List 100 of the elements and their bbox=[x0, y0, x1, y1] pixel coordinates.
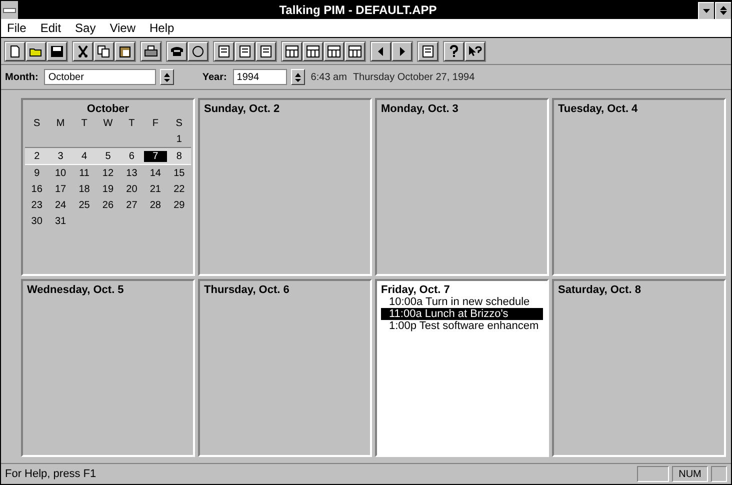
day-number[interactable]: 16 bbox=[25, 184, 49, 194]
day-panel[interactable]: Monday, Oct. 3 bbox=[375, 98, 549, 276]
day-number[interactable]: 9 bbox=[25, 168, 49, 178]
date-text: Thursday October 27, 1994 bbox=[352, 72, 475, 82]
day-number[interactable]: 13 bbox=[120, 168, 144, 178]
day-number[interactable]: 2 bbox=[25, 150, 49, 162]
appointment-entry[interactable]: 1:00p Test software enhancem bbox=[381, 320, 543, 332]
toolbar-button[interactable] bbox=[444, 42, 464, 60]
menu-item[interactable]: View bbox=[108, 21, 137, 35]
day-panel[interactable]: Wednesday, Oct. 5 bbox=[21, 279, 195, 457]
day-number[interactable]: 22 bbox=[167, 184, 191, 194]
toolbar-button[interactable] bbox=[47, 42, 67, 60]
menu-item[interactable]: File bbox=[6, 21, 28, 35]
down-triangle-icon bbox=[703, 8, 710, 12]
copy-icon bbox=[97, 44, 111, 58]
day-number[interactable]: 28 bbox=[144, 200, 168, 210]
day-number[interactable]: 10 bbox=[48, 168, 72, 178]
day-number[interactable]: 7 bbox=[144, 150, 168, 162]
toolbar-button[interactable] bbox=[94, 42, 114, 60]
day-number[interactable]: 26 bbox=[96, 200, 120, 210]
toolbar-button[interactable] bbox=[235, 42, 255, 60]
weekday-label: S bbox=[174, 118, 184, 128]
day-number[interactable]: 3 bbox=[48, 150, 72, 162]
pointer-icon bbox=[468, 44, 482, 58]
day-number[interactable]: 12 bbox=[96, 168, 120, 178]
time-text: 6:43 am bbox=[310, 72, 347, 82]
phone-icon bbox=[170, 44, 184, 58]
toolbar-button[interactable] bbox=[282, 42, 302, 60]
day-number[interactable]: 21 bbox=[144, 184, 168, 194]
weekday-label: T bbox=[128, 118, 136, 128]
day-number[interactable]: 23 bbox=[25, 200, 49, 210]
toolbar-button[interactable] bbox=[141, 42, 161, 60]
day-number[interactable]: 14 bbox=[144, 168, 168, 178]
day-number[interactable]: 1 bbox=[167, 134, 191, 144]
day-number[interactable]: 19 bbox=[96, 184, 120, 194]
up-down-triangle-icon bbox=[294, 72, 301, 82]
selected-week-row[interactable]: 2 3 4 5 6 7 8 bbox=[25, 147, 191, 165]
day-panel[interactable]: Saturday, Oct. 8 bbox=[552, 279, 726, 457]
appointment-entry[interactable]: 10:00a Turn in new schedule bbox=[381, 296, 543, 308]
window-title: Talking PIM - DEFAULT.APP bbox=[278, 3, 438, 17]
toolbar-button[interactable] bbox=[26, 42, 46, 60]
day-number[interactable]: 25 bbox=[72, 200, 96, 210]
toolbar-button[interactable] bbox=[73, 42, 93, 60]
month-field[interactable]: October bbox=[44, 69, 156, 85]
grid-icon bbox=[306, 44, 320, 58]
scissors-icon bbox=[76, 44, 90, 58]
year-label: Year: bbox=[202, 72, 227, 82]
toolbar-button[interactable] bbox=[392, 42, 412, 60]
day-number[interactable]: 31 bbox=[48, 216, 72, 226]
day-panel[interactable]: Sunday, Oct. 2 bbox=[198, 98, 372, 276]
toolbar-button[interactable] bbox=[465, 42, 485, 60]
question-icon bbox=[447, 44, 461, 58]
spin-button[interactable] bbox=[290, 69, 305, 85]
toolbar-button[interactable] bbox=[256, 42, 276, 60]
toolbar-button[interactable] bbox=[371, 42, 391, 60]
day-number[interactable]: 17 bbox=[48, 184, 72, 194]
toolbar-button[interactable] bbox=[115, 42, 135, 60]
weekday-label: T bbox=[80, 118, 88, 128]
weekday-label: S bbox=[32, 118, 42, 128]
day-number[interactable]: 8 bbox=[167, 150, 191, 162]
minimize-button[interactable] bbox=[698, 2, 714, 18]
day-number[interactable]: 11 bbox=[72, 168, 96, 178]
day-heading: Sunday, Oct. 2 bbox=[204, 103, 281, 115]
year-field[interactable]: 1994 bbox=[232, 69, 287, 85]
day-number[interactable]: 29 bbox=[167, 200, 191, 210]
toolbar-button[interactable] bbox=[167, 42, 187, 60]
day-panel[interactable]: Tuesday, Oct. 4 bbox=[552, 98, 726, 276]
day-number[interactable]: 6 bbox=[120, 150, 144, 162]
day-number[interactable]: 24 bbox=[48, 200, 72, 210]
toolbar-button[interactable] bbox=[345, 42, 365, 60]
clipboard-icon bbox=[118, 44, 132, 58]
toolbar-button[interactable] bbox=[418, 42, 438, 60]
menu-item[interactable]: Edit bbox=[39, 21, 62, 35]
day-panel[interactable]: Friday, Oct. 7 10:00a Turn in new schedule 11:00a Lunch at Brizzo's 1:00p Test software enhancem bbox=[375, 279, 549, 457]
grid-icon bbox=[285, 44, 299, 58]
day-heading: Monday, Oct. 3 bbox=[381, 103, 460, 115]
day-number[interactable]: 4 bbox=[72, 150, 96, 162]
day-number[interactable]: 30 bbox=[25, 216, 49, 226]
toolbar-button[interactable] bbox=[324, 42, 344, 60]
toolbar-button[interactable] bbox=[214, 42, 234, 60]
day-number[interactable]: 18 bbox=[72, 184, 96, 194]
status-message: For Help, press F1 bbox=[5, 468, 98, 480]
day-number[interactable]: 27 bbox=[120, 200, 144, 210]
day-panel[interactable]: Thursday, Oct. 6 bbox=[198, 279, 372, 457]
maximize-button[interactable] bbox=[715, 2, 731, 18]
day-number[interactable]: 20 bbox=[120, 184, 144, 194]
toolbar-button[interactable] bbox=[5, 42, 25, 60]
note-icon bbox=[259, 44, 273, 58]
menu-item[interactable]: Help bbox=[148, 21, 176, 35]
day-number[interactable]: 5 bbox=[96, 150, 120, 162]
toolbar-button[interactable] bbox=[188, 42, 208, 60]
toolbar-button[interactable] bbox=[303, 42, 323, 60]
weekday-label: F bbox=[151, 118, 160, 128]
menu-item[interactable]: Say bbox=[74, 21, 97, 35]
day-number[interactable]: 15 bbox=[167, 168, 191, 178]
day-heading: Saturday, Oct. 8 bbox=[558, 284, 642, 296]
spin-button[interactable] bbox=[160, 69, 174, 85]
appointment-entry[interactable]: 11:00a Lunch at Brizzo's bbox=[381, 308, 543, 320]
weekday-label: M bbox=[55, 118, 66, 128]
system-menu-button[interactable] bbox=[1, 1, 19, 19]
